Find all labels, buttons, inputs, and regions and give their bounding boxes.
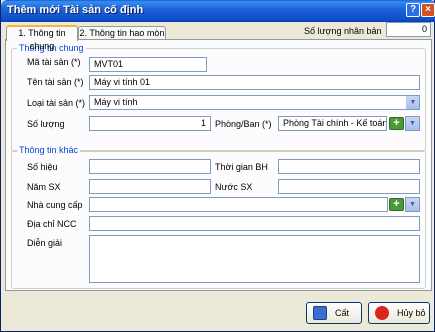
asset-type-value: Máy vi tính — [94, 97, 138, 107]
cancel-button[interactable]: Hủy bỏ — [368, 302, 430, 324]
cancel-button-label: Hủy bỏ — [397, 308, 426, 318]
notes-label: Diễn giải — [27, 238, 63, 248]
asset-name-input[interactable]: Máy vi tính 01 — [89, 75, 420, 90]
year-label: Năm SX — [27, 182, 61, 192]
other-info-group: Thông tin khác Số hiệu Thời gian BH Năm … — [11, 145, 426, 289]
close-icon[interactable]: × — [421, 3, 435, 17]
dialog-window: Thêm mới Tài sản cố định ? × 1. Thông ti… — [0, 0, 435, 332]
chevron-down-icon[interactable]: ▼ — [406, 117, 419, 130]
quantity-label: Số lượng — [27, 119, 65, 129]
department-dropdown[interactable]: ▼ — [405, 116, 420, 131]
asset-type-label: Loại tài sản (*) — [27, 98, 86, 108]
serial-label: Số hiệu — [27, 162, 58, 172]
copies-input[interactable]: 0 — [386, 22, 431, 37]
chevron-down-icon[interactable]: ▼ — [406, 198, 419, 211]
add-supplier-icon[interactable]: + — [389, 198, 404, 211]
window-title: Thêm mới Tài sản cố định — [7, 4, 144, 16]
supplier-address-label: Địa chỉ NCC — [27, 219, 77, 229]
supplier-dropdown[interactable]: ▼ — [405, 197, 420, 212]
title-bar[interactable]: Thêm mới Tài sản cố định ? × — [1, 0, 435, 22]
other-info-title: Thông tin khác — [17, 145, 81, 155]
supplier-label: Nhà cung cấp — [27, 200, 83, 210]
add-department-icon[interactable]: + — [389, 117, 404, 130]
warranty-input[interactable] — [278, 159, 420, 174]
year-input[interactable] — [89, 179, 211, 194]
cancel-icon — [375, 306, 389, 320]
tab-general-info[interactable]: 1. Thông tin chung — [6, 25, 78, 51]
supplier-address-input[interactable] — [89, 216, 420, 231]
chevron-down-icon[interactable]: ▼ — [406, 96, 419, 109]
country-input[interactable] — [278, 179, 420, 194]
asset-name-label: Tên tài sản (*) — [27, 77, 84, 87]
supplier-select[interactable] — [89, 197, 388, 212]
serial-input[interactable] — [89, 159, 211, 174]
quantity-input[interactable]: 1 — [89, 116, 211, 131]
tab-panel: Thông tin chung Mã tài sản (*) MVT01 Tên… — [5, 39, 432, 291]
help-icon[interactable]: ? — [406, 3, 420, 17]
warranty-label: Thời gian BH — [215, 162, 268, 172]
asset-code-label: Mã tài sản (*) — [27, 57, 81, 67]
save-button-label: Cất — [335, 308, 350, 318]
asset-code-input[interactable]: MVT01 — [89, 57, 207, 72]
department-select[interactable]: Phòng Tài chính - Kế toán — [278, 116, 387, 131]
save-button[interactable]: Cất — [306, 302, 362, 324]
general-info-group: Thông tin chung Mã tài sản (*) MVT01 Tên… — [11, 43, 426, 152]
save-icon — [313, 306, 327, 320]
tab-depreciation-info-label: 2. Thông tin hao mòn — [79, 28, 165, 38]
department-label: Phòng/Ban (*) — [215, 119, 272, 129]
country-label: Nước SX — [215, 182, 253, 192]
asset-type-select[interactable]: Máy vi tính ▼ — [89, 95, 420, 110]
notes-textarea[interactable] — [89, 235, 420, 283]
copies-label: Số lượng nhân bản — [304, 26, 382, 36]
